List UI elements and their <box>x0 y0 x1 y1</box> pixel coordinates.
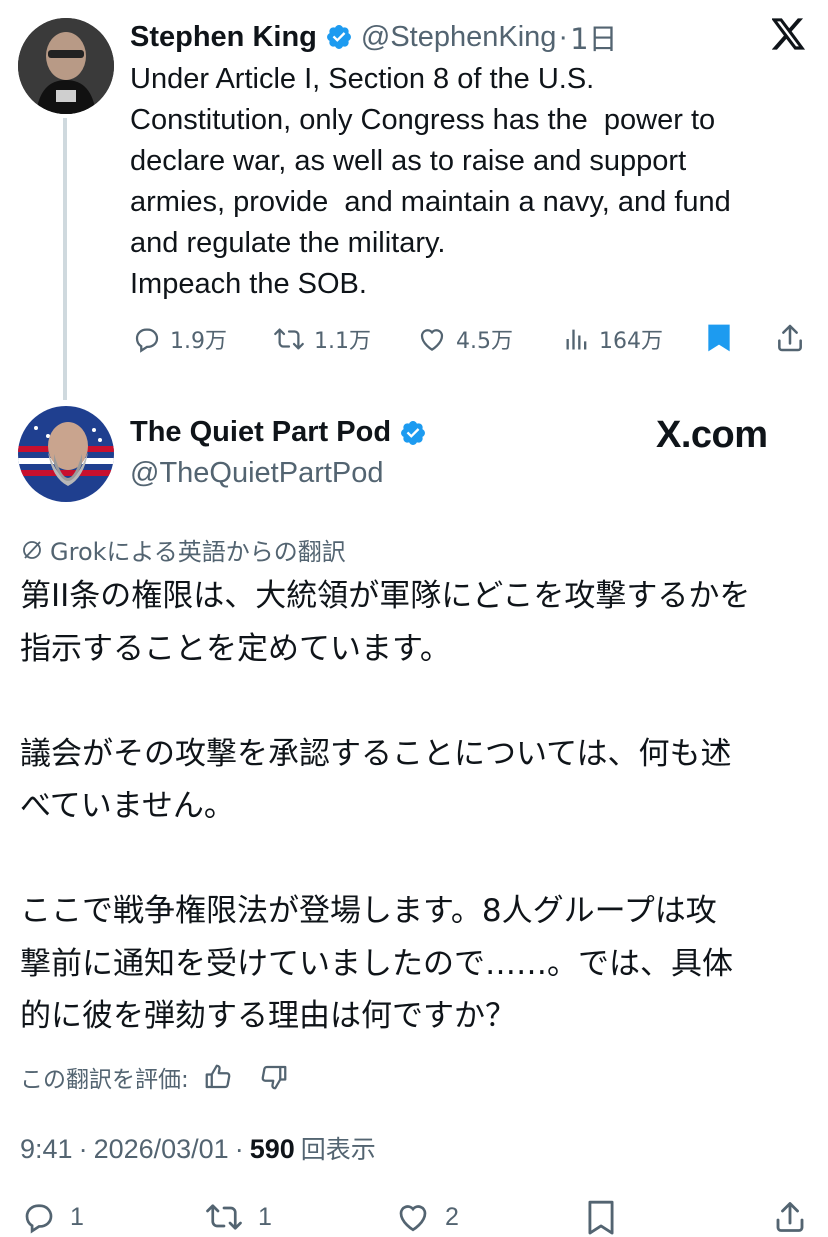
like-button[interactable]: 4.5万 <box>416 323 513 355</box>
like-icon <box>393 1199 433 1235</box>
parent-handle[interactable]: @StephenKing <box>361 21 557 54</box>
repost-count: 1.1万 <box>314 329 371 354</box>
verified-badge-icon <box>325 23 353 51</box>
bookmark-icon[interactable] <box>584 1199 618 1237</box>
views-button[interactable]: 164万 <box>563 323 663 355</box>
like-button[interactable]: 2 <box>393 1199 459 1235</box>
bookmark-icon[interactable] <box>705 322 733 354</box>
like-count: 2 <box>445 1202 459 1231</box>
reply-handle[interactable]: @TheQuietPartPod <box>130 457 384 490</box>
views-label: 回表示 <box>300 1135 376 1164</box>
post-time[interactable]: 9:41 <box>20 1134 73 1165</box>
reply-count: 1 <box>70 1202 84 1231</box>
share-icon[interactable] <box>772 1199 808 1235</box>
x-logo-icon[interactable] <box>772 18 806 50</box>
reply-icon <box>132 324 162 354</box>
views-count: 164万 <box>599 329 663 354</box>
thumbs-up-icon[interactable] <box>203 1062 233 1092</box>
reply-button[interactable]: 1.9万 <box>132 323 227 355</box>
repost-icon <box>272 324 306 354</box>
translate-icon <box>20 538 44 562</box>
translation-label: Grokによる英語からの翻訳 <box>50 538 346 566</box>
like-icon <box>416 324 448 354</box>
like-count: 4.5万 <box>456 329 513 354</box>
views-icon <box>563 324 591 354</box>
views-number: 590 <box>249 1134 295 1164</box>
reply-count: 1.9万 <box>170 329 227 354</box>
parent-tweet-text: Under Article I, Section 8 of the U.S. C… <box>130 63 731 300</box>
rate-translation-label: この翻訳を評価: <box>20 1067 189 1093</box>
meta-separator: · <box>558 20 569 53</box>
repost-button[interactable]: 1 <box>202 1199 272 1235</box>
quiet-part-pod-avatar[interactable] <box>18 406 114 502</box>
post-date[interactable]: 2026/03/01 <box>94 1134 229 1165</box>
thread-connector-line <box>63 118 67 400</box>
stephen-king-avatar[interactable] <box>18 18 114 114</box>
repost-count: 1 <box>258 1202 272 1231</box>
meta-separator: · <box>234 1134 244 1164</box>
reply-button[interactable]: 1 <box>20 1199 84 1235</box>
parent-display-name[interactable]: Stephen King <box>130 21 317 54</box>
parent-time[interactable]: 1日 <box>570 16 617 58</box>
meta-separator: · <box>78 1134 88 1164</box>
repost-icon <box>202 1199 246 1235</box>
repost-button[interactable]: 1.1万 <box>272 323 371 355</box>
reply-display-name[interactable]: The Quiet Part Pod <box>130 416 391 449</box>
reply-icon <box>20 1199 58 1235</box>
xcom-watermark: X.com <box>656 414 768 456</box>
translated-tweet-text: 第II条の権限は、大統領が軍隊にどこを攻撃するかを 指示することを定めています。… <box>20 578 751 1034</box>
share-icon[interactable] <box>774 322 806 354</box>
thumbs-down-icon[interactable] <box>259 1062 289 1092</box>
verified-badge-icon <box>399 419 427 447</box>
